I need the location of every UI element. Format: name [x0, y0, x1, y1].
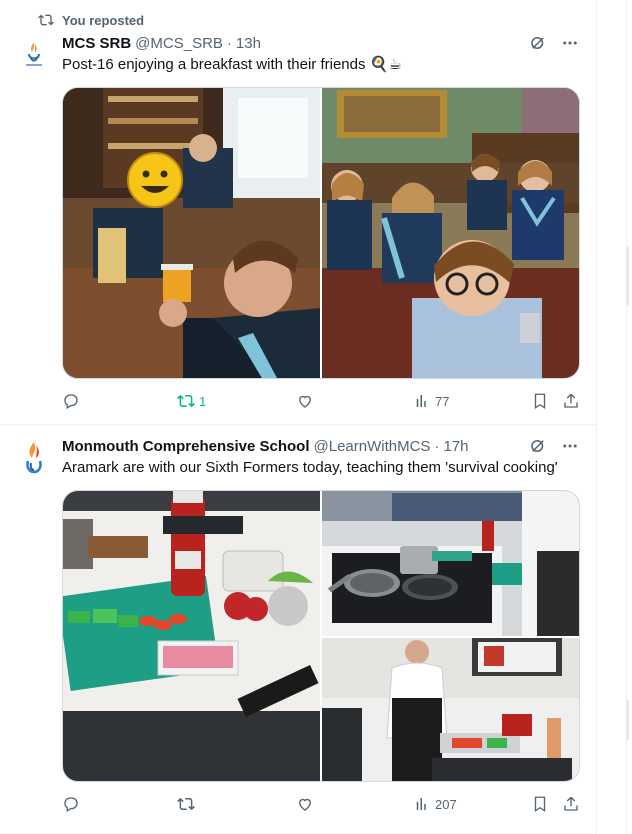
tweet-top-actions: [529, 34, 579, 52]
photo-chef-cooking[interactable]: [322, 638, 579, 781]
photo-hob-pans[interactable]: [322, 491, 579, 636]
reply-button[interactable]: [62, 795, 84, 813]
view-count: 207: [435, 796, 457, 812]
avatar[interactable]: [14, 437, 54, 477]
bookmark-icon: [534, 393, 546, 410]
separator: ·: [434, 437, 440, 455]
tweet-text: Post-16 enjoying a breakfast with their …: [62, 56, 402, 73]
author-handle[interactable]: @MCS_SRB: [135, 35, 223, 52]
bookmark-button[interactable]: [531, 392, 549, 410]
share-icon: [564, 796, 578, 811]
share-button[interactable]: [562, 795, 580, 813]
views-icon: [416, 395, 426, 407]
photo-breakfast-right[interactable]: [322, 88, 579, 378]
heart-icon: [299, 798, 311, 811]
repost-button[interactable]: [177, 795, 199, 813]
repost-button[interactable]: 1: [177, 392, 206, 410]
share-button[interactable]: [562, 392, 580, 410]
repost-icon: [177, 394, 195, 408]
timestamp[interactable]: 17h: [443, 438, 468, 455]
photo-ingredients[interactable]: [63, 491, 320, 781]
views-button[interactable]: 77: [413, 392, 449, 410]
bookmark-icon: [534, 796, 546, 813]
tweet-actions: 1 77: [62, 392, 580, 412]
tweet-header: Monmouth Comprehensive School @LearnWith…: [62, 436, 468, 456]
tweet-text: Aramark are with our Sixth Formers today…: [62, 459, 558, 476]
tweet[interactable]: You reposted MCS SRB @MCS_SRB · 13h Post…: [0, 0, 597, 425]
reposted-label: You reposted: [62, 12, 145, 28]
photo-breakfast-left[interactable]: [63, 88, 320, 378]
like-button[interactable]: [296, 795, 318, 813]
reply-button[interactable]: [62, 392, 84, 410]
sidebar-card-edge: [626, 246, 629, 306]
views-button[interactable]: 207: [413, 795, 457, 813]
media-grid: [62, 87, 580, 379]
repost-icon: [38, 14, 54, 26]
timeline: You reposted MCS SRB @MCS_SRB · 13h Post…: [0, 0, 597, 834]
grok-icon[interactable]: [529, 34, 547, 52]
timestamp[interactable]: 13h: [236, 35, 261, 52]
more-icon[interactable]: [561, 437, 579, 455]
avatar[interactable]: [14, 33, 54, 73]
share-icon: [564, 393, 578, 408]
author-name[interactable]: MCS SRB: [62, 35, 131, 52]
tweet-top-actions: [529, 437, 579, 455]
tweet-actions: 207: [62, 795, 580, 815]
like-button[interactable]: [296, 392, 318, 410]
repost-icon: [177, 797, 195, 811]
more-icon[interactable]: [561, 34, 579, 52]
author-handle[interactable]: @LearnWithMCS: [314, 438, 431, 455]
views-icon: [416, 798, 426, 810]
reply-icon: [64, 797, 78, 812]
grok-icon[interactable]: [529, 437, 547, 455]
repost-indicator: You reposted: [38, 12, 144, 28]
right-sidebar-edge: [598, 0, 632, 834]
reply-icon: [64, 394, 78, 409]
tweet[interactable]: Monmouth Comprehensive School @LearnWith…: [0, 426, 597, 834]
separator: ·: [226, 34, 232, 52]
bookmark-button[interactable]: [531, 795, 549, 813]
sidebar-card-edge: [626, 700, 629, 740]
author-name[interactable]: Monmouth Comprehensive School: [62, 438, 310, 455]
view-count: 77: [435, 393, 450, 409]
repost-count: 1: [199, 393, 207, 409]
tweet-header: MCS SRB @MCS_SRB · 13h: [62, 33, 261, 53]
media-grid: [62, 490, 580, 782]
heart-icon: [299, 395, 311, 408]
